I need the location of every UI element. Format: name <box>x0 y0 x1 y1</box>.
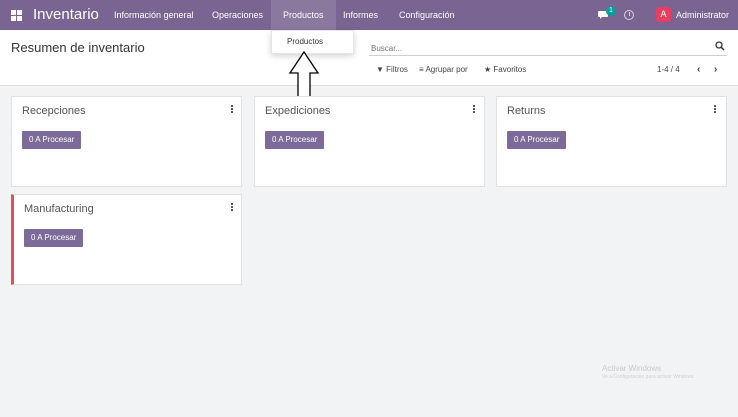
chevron-left-icon[interactable]: ‹ <box>697 64 700 75</box>
card-recepciones: Recepciones 0 A Procesar <box>11 96 242 187</box>
apps-grid-icon[interactable] <box>11 10 22 21</box>
filters-label: Filtros <box>386 65 408 74</box>
activate-windows-title: Activar Windows <box>602 364 662 373</box>
chevron-right-icon[interactable]: › <box>714 64 717 75</box>
favorites-label: Favoritos <box>493 65 527 74</box>
page-title: Resumen de inventario <box>11 40 145 55</box>
favorites-button[interactable]: ★ Favoritos <box>484 65 526 74</box>
user-avatar[interactable]: A <box>656 7 671 22</box>
group-by-icon: ≡ <box>419 65 424 74</box>
app-brand[interactable]: Inventario <box>33 6 99 23</box>
search-bar <box>369 38 727 57</box>
card-title[interactable]: Returns <box>507 105 546 117</box>
filters-button[interactable]: ▼ Filtros <box>376 65 408 74</box>
card-title[interactable]: Expediciones <box>265 105 330 117</box>
kebab-menu-icon[interactable] <box>473 105 476 115</box>
dropdown-item-productos[interactable]: Productos <box>287 37 323 46</box>
activate-windows-subtitle: Ve a Configuración para activar Windows. <box>602 374 695 380</box>
menu-informes[interactable]: Informes <box>343 10 378 20</box>
process-button[interactable]: 0 A Procesar <box>22 131 82 149</box>
menu-configuracion[interactable]: Configuración <box>399 10 455 20</box>
kebab-menu-icon[interactable] <box>231 105 234 115</box>
kebab-menu-icon[interactable] <box>714 105 717 115</box>
group-by-label: Agrupar por <box>425 65 468 74</box>
star-icon: ★ <box>484 65 492 74</box>
process-button[interactable]: 0 A Procesar <box>24 229 84 247</box>
card-title[interactable]: Manufacturing <box>24 203 94 215</box>
filter-icon: ▼ <box>376 65 384 74</box>
process-button[interactable]: 0 A Procesar <box>265 131 325 149</box>
card-title[interactable]: Recepciones <box>22 105 86 117</box>
top-navbar: Inventario Información general Operacion… <box>0 0 738 30</box>
clock-icon[interactable] <box>624 10 634 20</box>
card-expediciones: Expediciones 0 A Procesar <box>254 96 485 187</box>
menu-productos[interactable]: Productos <box>271 0 336 30</box>
process-button[interactable]: 0 A Procesar <box>507 131 567 149</box>
menu-operaciones[interactable]: Operaciones <box>212 10 263 20</box>
card-manufacturing: Manufacturing 0 A Procesar <box>11 194 242 285</box>
search-icon[interactable] <box>715 41 725 51</box>
user-name[interactable]: Administrator <box>676 10 729 20</box>
kebab-menu-icon[interactable] <box>231 203 234 213</box>
menu-informacion-general[interactable]: Información general <box>114 10 194 20</box>
group-by-button[interactable]: ≡ Agrupar por <box>419 65 468 74</box>
control-panel: Resumen de inventario ▼ Filtros ≡ Agrupa… <box>0 30 738 86</box>
card-returns: Returns 0 A Procesar <box>496 96 727 187</box>
search-input[interactable] <box>369 40 699 57</box>
pager-value[interactable]: 1-4 / 4 <box>657 65 680 74</box>
chat-count-badge: 1 <box>606 6 616 16</box>
